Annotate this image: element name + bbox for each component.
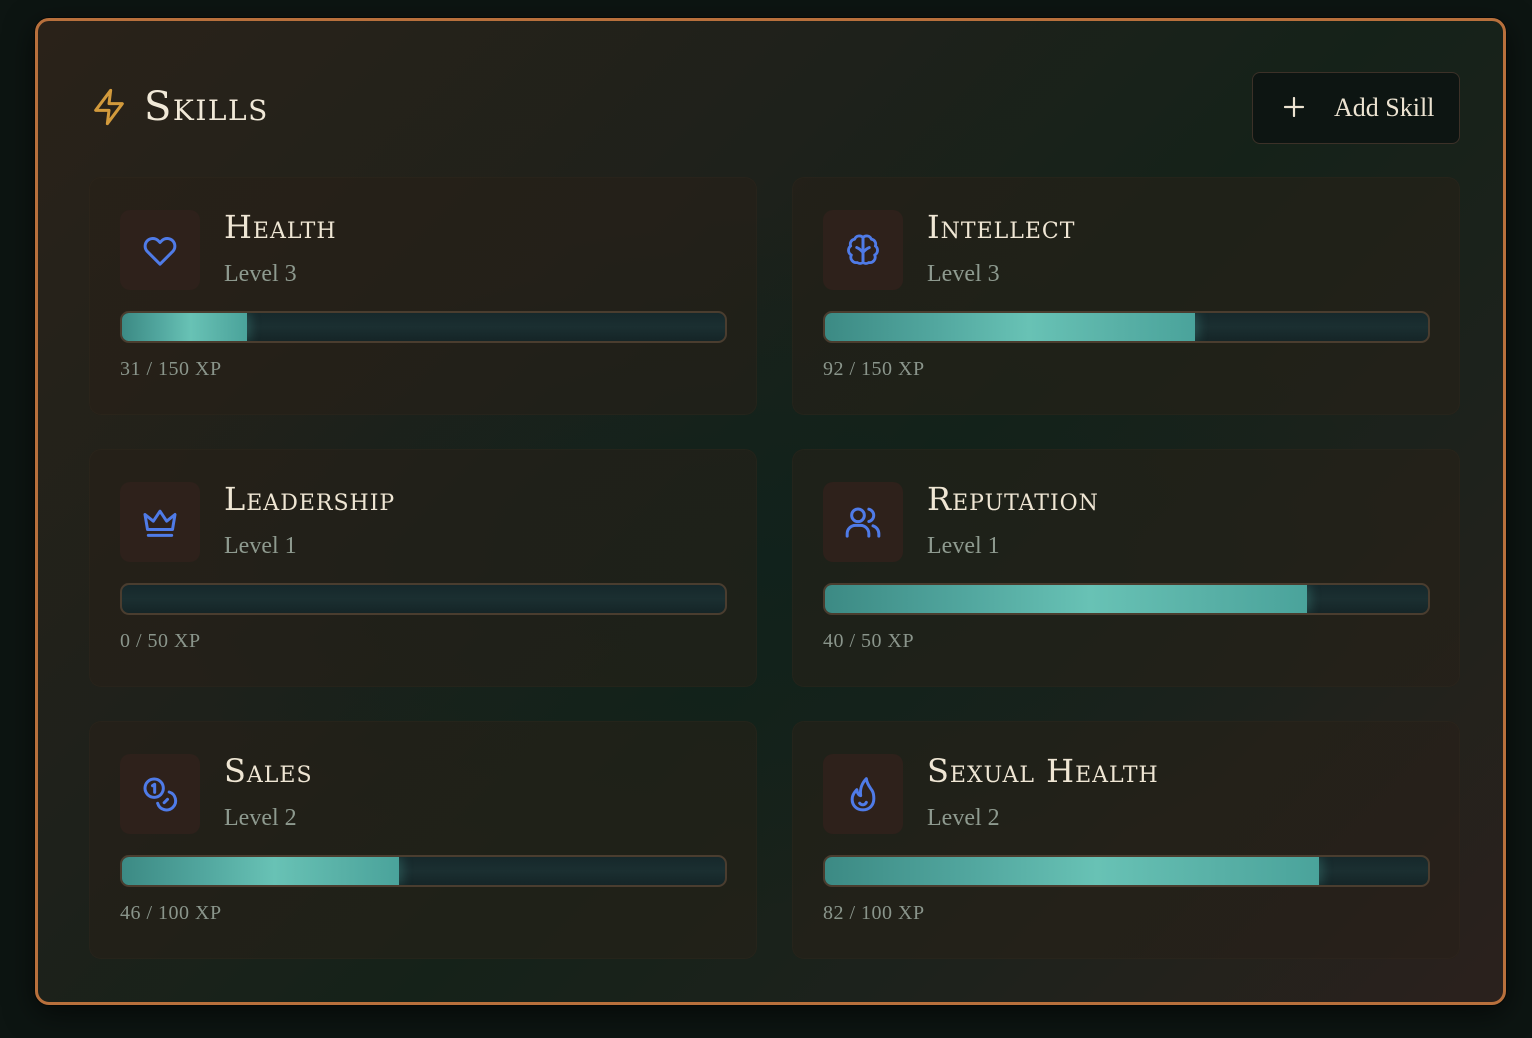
xp-progress-bar [120, 855, 727, 887]
skill-card-health[interactable]: Health Level 3 31 / 150 XP [89, 177, 757, 415]
skill-level: Level 1 [927, 533, 1000, 559]
skill-name: Reputation [927, 480, 1099, 518]
skill-icon-box [823, 210, 903, 290]
brain-icon [847, 234, 879, 265]
xp-progress-fill [825, 585, 1308, 613]
xp-progress-fill [122, 857, 400, 885]
page-title: Skills [144, 84, 269, 130]
skill-icon-box [823, 754, 903, 834]
skill-level: Level 2 [927, 805, 1000, 831]
skill-icon-box [120, 754, 200, 834]
xp-text: 46 / 100 XP [120, 902, 222, 924]
skill-icon-box [823, 482, 903, 562]
skills-panel: Skills Add Skill Health Level 3 31 / 150… [35, 18, 1506, 1005]
xp-text: 82 / 100 XP [823, 902, 925, 924]
skill-level: Level 3 [927, 261, 1000, 287]
xp-text: 40 / 50 XP [823, 630, 915, 652]
add-skill-button[interactable]: Add Skill [1252, 72, 1460, 144]
xp-progress-bar [823, 583, 1430, 615]
heart-icon [143, 237, 177, 266]
xp-progress-fill [825, 857, 1320, 885]
skill-card-intellect[interactable]: Intellect Level 3 92 / 150 XP [792, 177, 1460, 415]
users-icon [845, 507, 881, 538]
xp-progress-bar [823, 311, 1430, 343]
skill-level: Level 3 [224, 261, 297, 287]
xp-text: 0 / 50 XP [120, 630, 201, 652]
skill-card-leadership[interactable]: Leadership Level 1 0 / 50 XP [89, 449, 757, 687]
flame-icon [850, 777, 876, 812]
xp-text: 92 / 150 XP [823, 358, 925, 380]
xp-progress-fill [825, 313, 1195, 341]
skill-card-sales[interactable]: Sales Level 2 46 / 100 XP [89, 721, 757, 959]
skill-card-reputation[interactable]: Reputation Level 1 40 / 50 XP [792, 449, 1460, 687]
skill-level: Level 2 [224, 805, 297, 831]
skill-name: Sales [224, 752, 313, 790]
skill-name: Sexual Health [927, 752, 1159, 790]
skill-icon-box [120, 482, 200, 562]
xp-progress-fill [122, 313, 247, 341]
xp-text: 31 / 150 XP [120, 358, 222, 380]
xp-progress-bar [823, 855, 1430, 887]
xp-progress-bar [120, 583, 727, 615]
add-skill-label: Add Skill [1334, 93, 1435, 122]
plus-icon [1284, 97, 1304, 117]
crown-icon [143, 509, 177, 537]
skill-name: Health [224, 208, 337, 246]
skill-icon-box [120, 210, 200, 290]
xp-progress-bar [120, 311, 727, 343]
skill-level: Level 1 [224, 533, 297, 559]
skill-name: Leadership [224, 480, 396, 518]
skill-card-sexual-health[interactable]: Sexual Health Level 2 82 / 100 XP [792, 721, 1460, 959]
coins-icon [143, 777, 178, 812]
lightning-bolt-icon [94, 88, 124, 126]
skill-name: Intellect [927, 208, 1076, 246]
